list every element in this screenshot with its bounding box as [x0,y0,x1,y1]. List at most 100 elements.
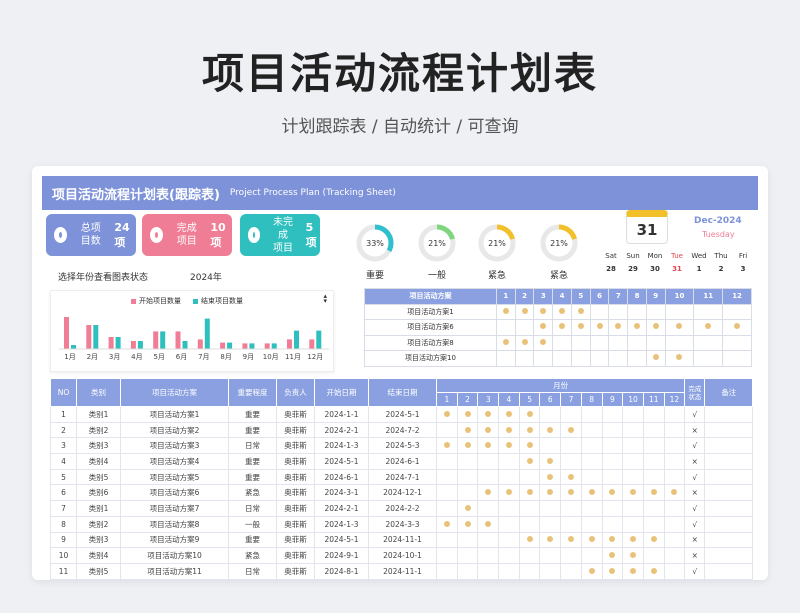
table-row[interactable]: 4 类别4 项目活动方案4 重要 奥菲斯 2024-5-1 2024-6-1 × [50,453,754,470]
col-note: 备注 [704,378,754,407]
table-row[interactable]: 6 类别6 项目活动方案6 紧急 奥菲斯 2024-3-1 2024-12-1 × [50,484,754,502]
year-select[interactable]: 2024年 [190,270,222,283]
gantt-dot [464,504,471,511]
gantt-dot [650,567,657,574]
bar-end [160,331,166,349]
calendar-weekday-name: Mon [647,252,663,260]
donut-pct: 21% [550,239,568,248]
gantt-dot [526,442,533,449]
gantt-dot [540,323,547,330]
mini-row-name: 项目活动方案1 [364,303,497,320]
col-month: 3 [477,392,500,407]
gantt-dot [588,536,595,543]
cell-no: 11 [50,562,77,580]
gantt-dot [547,536,554,543]
donut-pct: 33% [366,239,384,248]
summary-card: 完成 项目 10项 [142,214,232,256]
table-row[interactable]: 2 类别2 项目活动方案2 重要 奥菲斯 2024-2-1 2024-7-2 × [50,421,754,439]
table-row[interactable]: 10 类别4 项目活动方案10 紧急 奥菲斯 2024-9-1 2024-10-1 × [50,547,754,564]
card-icon [54,227,68,243]
mini-header-month: 12 [722,288,752,305]
col-category: 类别 [76,378,121,407]
cell-level: 紧急 [228,484,277,502]
banner-subtitle: Project Process Plan (Tracking Sheet) [229,188,396,198]
calendar-date[interactable]: 3 [734,265,752,273]
bar-tick-label: 8月 [220,353,231,361]
gantt-dot [588,567,595,574]
cell-no: 3 [50,437,77,455]
summary-card: 未完成 项目 5项 [240,214,320,256]
cell-category: 类别6 [76,484,121,502]
gantt-dot [526,410,533,417]
cell-note[interactable] [704,437,754,455]
cell-note[interactable] [704,484,754,502]
table-row[interactable]: 9 类别3 项目活动方案9 重要 奥菲斯 2024-5-1 2024-11-1 × [50,531,754,549]
col-owner: 负责人 [276,378,315,407]
cell-owner: 奥菲斯 [276,500,315,517]
cell-end: 2024-10-1 [368,547,437,564]
calendar-date[interactable]: 30 [646,265,664,273]
table-row[interactable]: 3 类别3 项目活动方案3 日常 奥菲斯 2024-1-3 2024-5-3 √ [50,437,754,455]
cell-level: 日常 [228,562,277,580]
cell-owner: 奥菲斯 [276,562,315,580]
bar-tick-label: 2月 [87,353,98,361]
card-value: 5项 [305,220,317,249]
bar-start [175,331,181,349]
col-month: 11 [642,392,665,407]
cell-note[interactable] [704,531,754,549]
col-start: 开始日期 [314,378,369,407]
table-row[interactable]: 5 类别5 项目活动方案5 重要 奥菲斯 2024-6-1 2024-7-1 √ [50,468,754,486]
bar-tick-label: 9月 [243,353,254,361]
calendar-date[interactable]: 29 [624,265,642,273]
cell-level: 日常 [228,437,277,455]
cell-note[interactable] [704,468,754,486]
spreadsheet: 项目活动流程计划表(跟踪表) Project Process Plan (Tra… [32,166,768,580]
calendar-date[interactable]: 1 [690,265,708,273]
bar-start [64,317,69,349]
cell-owner: 奥菲斯 [276,437,315,455]
cell-plan: 项目活动方案8 [120,515,229,533]
calendar-day-box: 31 [626,210,668,244]
mini-gantt-table: 项目活动方案 1 2 3 4 5 6 7 8 9 10 11 12 项目活动方案1 项目活动方案6 项目活动方… [364,288,752,367]
cell-status: × [684,531,706,549]
table-row[interactable]: 1 类别1 项目活动方案1 重要 奥菲斯 2024-1-1 2024-5-1 √ [50,406,754,423]
gantt-dot [676,323,683,330]
calendar-date[interactable]: 2 [712,265,730,273]
cell-note[interactable] [704,453,754,470]
cell-note[interactable] [704,421,754,439]
gantt-dot [464,520,471,527]
calendar-date[interactable]: 31 [668,265,686,273]
mini-header-plan: 项目活动方案 [364,288,497,305]
mini-header-month: 2 [514,288,535,305]
cell-note[interactable] [704,406,754,423]
gantt-dot [540,338,547,345]
table-row[interactable]: 7 类别1 项目活动方案7 日常 奥菲斯 2024-2-1 2024-2-2 √ [50,500,754,517]
cell-end: 2024-5-3 [368,437,437,455]
cell-note[interactable] [704,562,754,580]
cell-note[interactable] [704,500,754,517]
calendar-weekday-name: Wed [691,252,707,260]
bar-end [204,318,210,349]
cell-no: 8 [50,515,77,533]
calendar-weekday-name: Fri [738,252,748,260]
cell-no: 2 [50,421,77,439]
bar-tick-label: 6月 [176,353,187,361]
cell-no: 1 [50,406,77,423]
gantt-dot [464,442,471,449]
calendar-date[interactable]: 28 [602,265,620,273]
cell-note[interactable] [704,547,754,564]
cell-note[interactable] [704,515,754,533]
cell-start: 2024-6-1 [314,468,369,486]
table-row[interactable]: 11 类别5 项目活动方案11 日常 奥菲斯 2024-8-1 2024-11-1 √ [50,562,754,580]
cell-end: 2024-11-1 [368,562,437,580]
cell-category: 类别4 [76,547,121,564]
cell-level: 一般 [228,515,277,533]
gantt-dot [609,489,616,496]
table-row[interactable]: 8 类别2 项目活动方案8 一般 奥菲斯 2024-1-3 2024-3-3 √ [50,515,754,533]
cell-category: 类别1 [76,500,121,517]
cell-plan: 项目活动方案6 [120,484,229,502]
cell-start: 2024-1-1 [314,406,369,423]
sheet-banner: 项目活动流程计划表(跟踪表) Project Process Plan (Tra… [42,176,758,210]
cell-status: × [684,421,706,439]
donut-svg: 21% [478,224,516,262]
